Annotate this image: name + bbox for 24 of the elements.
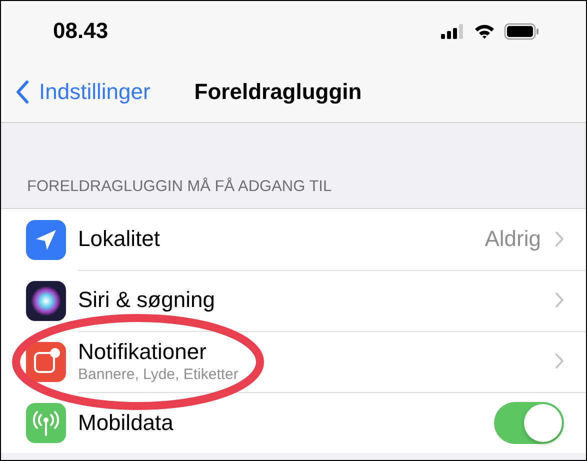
cellular-signal-icon bbox=[441, 24, 465, 38]
chevron-right-icon bbox=[555, 231, 564, 247]
orb-icon bbox=[26, 280, 66, 320]
settings-row[interactable]: Siri & søgning bbox=[1, 270, 586, 331]
row-subtitle: Bannere, Lyde, Etiketter bbox=[78, 366, 240, 383]
wifi-icon bbox=[474, 24, 495, 38]
antenna-icon bbox=[26, 402, 66, 442]
settings-row[interactable]: Lokalitet Aldrig bbox=[1, 209, 586, 270]
row-label: Siri & søgning bbox=[78, 287, 216, 313]
row-label: Lokalitet bbox=[78, 226, 161, 252]
screen-title: Foreldragluggin bbox=[194, 78, 362, 104]
notification-badge-icon bbox=[26, 342, 66, 382]
battery-icon bbox=[504, 22, 540, 40]
row-label: Notifikationer bbox=[78, 339, 208, 365]
status-time: 08.43 bbox=[53, 18, 108, 44]
chevron-left-icon bbox=[15, 80, 29, 104]
row-label: Mobildata bbox=[78, 410, 174, 436]
chevron-right-icon bbox=[555, 292, 564, 308]
settings-toggle-row[interactable]: Mobildata bbox=[1, 392, 586, 453]
chevron-right-icon bbox=[555, 353, 564, 369]
settings-row[interactable]: Notifikationer Bannere, Lyde, Etiketter bbox=[1, 331, 586, 392]
row-value: Aldrig bbox=[484, 226, 541, 252]
back-button[interactable]: Indstillinger bbox=[15, 78, 150, 104]
toggle-switch[interactable] bbox=[494, 402, 564, 444]
